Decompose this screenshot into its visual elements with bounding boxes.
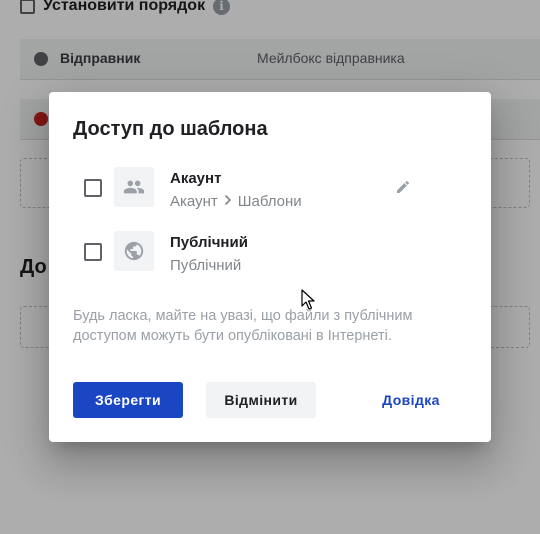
help-button[interactable]: Довідка — [367, 382, 455, 418]
people-icon — [114, 167, 154, 207]
public-checkbox[interactable] — [84, 243, 102, 261]
option-breadcrumb: Акаунт Шаблони — [170, 193, 302, 210]
access-option-account[interactable]: Акаунт Акаунт Шаблони — [84, 166, 464, 210]
option-subtitle: Публічний — [170, 257, 242, 274]
public-access-notice: Будь ласка, майте на увазі, що файли з п… — [73, 308, 413, 344]
save-button[interactable]: Зберегти — [73, 382, 183, 418]
globe-icon — [114, 231, 154, 271]
access-option-public[interactable]: Публічний Публічний — [84, 230, 464, 274]
option-title: Публічний — [170, 234, 248, 251]
chevron-right-icon — [224, 193, 232, 210]
mouse-cursor-icon — [301, 289, 315, 316]
option-title: Акаунт — [170, 170, 222, 187]
breadcrumb-root: Акаунт — [170, 193, 218, 210]
cancel-button[interactable]: Відмінити — [206, 382, 316, 418]
account-checkbox[interactable] — [84, 179, 102, 197]
template-access-dialog: Доступ до шаблона Акаунт Акаунт Шаблони — [49, 92, 491, 442]
pencil-icon[interactable] — [391, 175, 415, 199]
dialog-title: Доступ до шаблона — [73, 118, 268, 140]
breadcrumb-leaf: Шаблони — [237, 193, 302, 210]
